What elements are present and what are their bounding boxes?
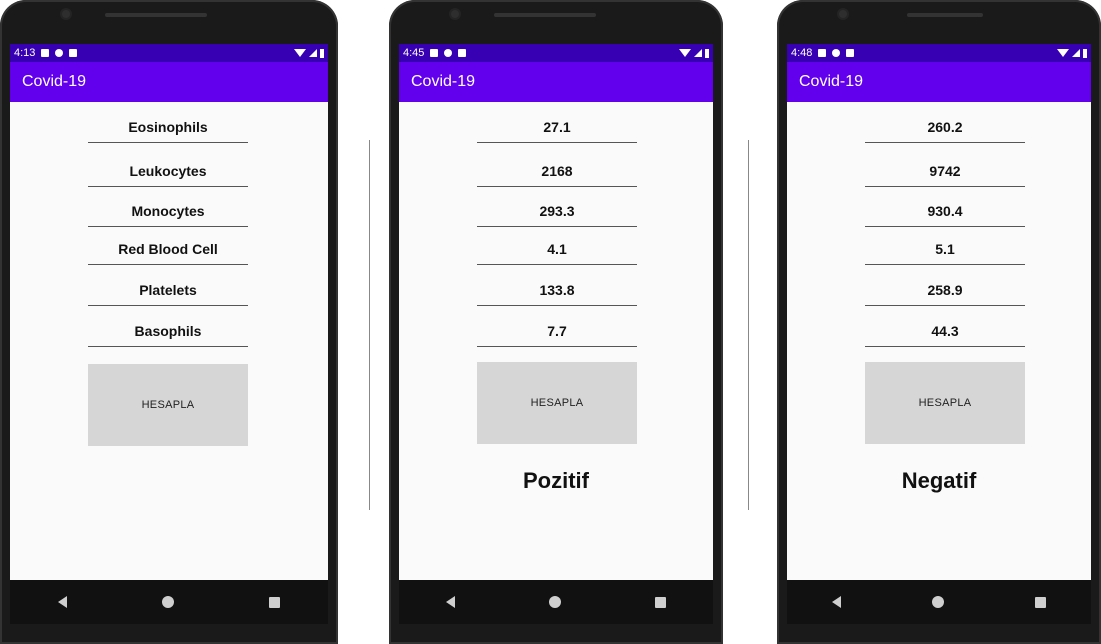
basophils-input[interactable]: 7.7 <box>477 316 637 347</box>
red-blood-cell-input[interactable]: 5.1 <box>865 234 1025 265</box>
monocytes-input[interactable]: 930.4 <box>865 196 1025 227</box>
battery-icon <box>1083 48 1087 58</box>
leukocytes-input[interactable]: 2168 <box>477 156 637 187</box>
app-bar: Covid-19 <box>10 62 328 102</box>
signal-icon <box>1072 49 1080 57</box>
result-text: Negatif <box>901 468 977 493</box>
status-time: 4:48 <box>791 47 813 59</box>
nav-bar <box>399 580 713 624</box>
status-bar: 4:48 <box>787 44 1091 62</box>
basophils-input[interactable]: 44.3 <box>865 316 1025 347</box>
home-icon[interactable] <box>161 596 174 608</box>
screen: 4:13 Covid-19 Eosinophils Leukocytes Mon… <box>10 44 328 580</box>
notification-icon <box>55 49 64 57</box>
divider <box>369 140 370 510</box>
app-title: Covid-19 <box>22 73 87 90</box>
speaker-grille <box>494 13 596 17</box>
recents-icon[interactable] <box>269 596 281 608</box>
nav-bar <box>787 580 1091 624</box>
hesapla-button[interactable]: HESAPLA <box>88 364 248 446</box>
sd-card-icon <box>69 49 78 57</box>
status-time: 4:13 <box>14 47 36 59</box>
platelets-input[interactable]: 133.8 <box>477 275 637 306</box>
camera-icon <box>451 10 459 18</box>
eosinophils-input[interactable]: Eosinophils <box>88 112 248 143</box>
app-title: Covid-19 <box>799 73 864 90</box>
notification-icon <box>444 49 453 57</box>
phone-2: 4:45 Covid-19 27.1 2168 293.3 4.1 133.8 … <box>389 0 723 644</box>
home-icon[interactable] <box>931 596 944 608</box>
hesapla-button[interactable]: HESAPLA <box>477 362 637 444</box>
signal-icon <box>694 49 702 57</box>
phone-3: 4:48 Covid-19 260.2 9742 930.4 5.1 258.9… <box>777 0 1101 644</box>
leukocytes-input[interactable]: 9742 <box>865 156 1025 187</box>
hesapla-button[interactable]: HESAPLA <box>865 362 1025 444</box>
sd-card-icon <box>846 49 855 57</box>
sd-card-icon <box>458 49 467 57</box>
phone-1: 4:13 Covid-19 Eosinophils Leukocytes Mon… <box>0 0 338 644</box>
platelets-input[interactable]: Platelets <box>88 275 248 306</box>
eosinophils-input[interactable]: 260.2 <box>865 112 1025 143</box>
screen: 4:48 Covid-19 260.2 9742 930.4 5.1 258.9… <box>787 44 1091 580</box>
leukocytes-input[interactable]: Leukocytes <box>88 156 248 187</box>
back-icon[interactable] <box>57 596 67 608</box>
divider <box>748 140 749 510</box>
recents-icon[interactable] <box>655 596 666 608</box>
status-bar: 4:45 <box>399 44 713 62</box>
notification-icon <box>818 49 827 57</box>
speaker-grille <box>907 13 983 17</box>
app-title: Covid-19 <box>411 73 476 90</box>
camera-icon <box>62 10 70 18</box>
red-blood-cell-input[interactable]: 4.1 <box>477 234 637 265</box>
basophils-input[interactable]: Basophils <box>88 316 248 347</box>
wifi-icon <box>1057 49 1069 57</box>
result-text: Pozitif <box>523 468 589 493</box>
notification-icon <box>430 49 439 57</box>
home-icon[interactable] <box>549 596 561 608</box>
red-blood-cell-input[interactable]: Red Blood Cell <box>88 234 248 265</box>
screen: 4:45 Covid-19 27.1 2168 293.3 4.1 133.8 … <box>399 44 713 580</box>
eosinophils-input[interactable]: 27.1 <box>477 112 637 143</box>
wifi-icon <box>294 49 306 57</box>
notification-icon <box>832 49 841 57</box>
status-time: 4:45 <box>403 47 425 59</box>
speaker-grille <box>105 13 207 17</box>
status-bar: 4:13 <box>10 44 328 62</box>
battery-icon <box>705 48 709 58</box>
platelets-input[interactable]: 258.9 <box>865 275 1025 306</box>
notification-icon <box>41 49 50 57</box>
app-bar: Covid-19 <box>399 62 713 102</box>
wifi-icon <box>679 49 691 57</box>
back-icon[interactable] <box>832 596 842 608</box>
recents-icon[interactable] <box>1034 596 1046 608</box>
monocytes-input[interactable]: 293.3 <box>477 196 637 227</box>
signal-icon <box>309 49 317 57</box>
nav-bar <box>10 580 328 624</box>
camera-icon <box>839 10 847 18</box>
monocytes-input[interactable]: Monocytes <box>88 196 248 227</box>
app-bar: Covid-19 <box>787 62 1091 102</box>
back-icon[interactable] <box>446 596 455 608</box>
battery-icon <box>320 48 324 58</box>
